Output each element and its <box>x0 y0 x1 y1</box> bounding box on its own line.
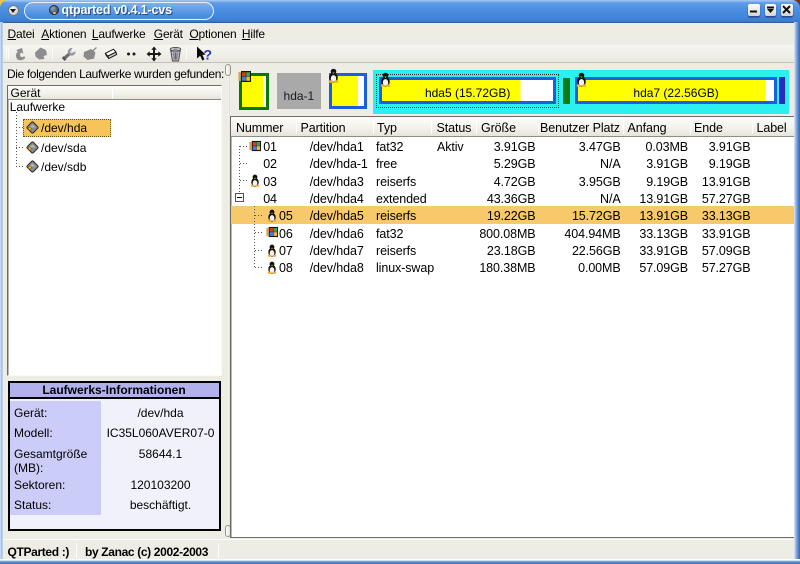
svg-text:?: ? <box>204 46 213 62</box>
